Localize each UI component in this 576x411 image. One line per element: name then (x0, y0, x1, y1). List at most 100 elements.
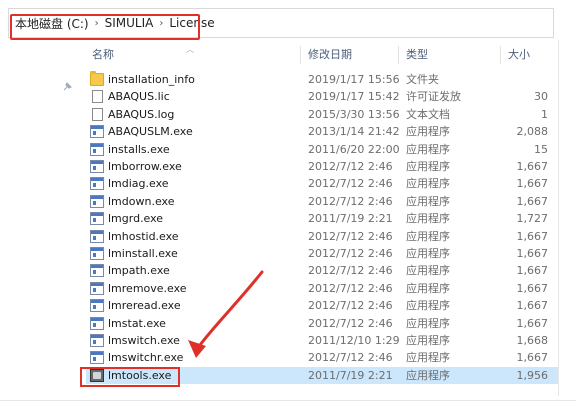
file-row[interactable]: lminstall.exe 2012/7/12 2:46 应用程序 1,667 (86, 245, 558, 262)
exe-icon (90, 351, 104, 365)
file-size: 1,667 (516, 351, 549, 365)
file-type: 应用程序 (406, 264, 450, 278)
file-size: 1,667 (516, 194, 549, 208)
file-size: 1,727 (516, 212, 549, 226)
file-name: lmswitchr.exe (108, 351, 184, 365)
file-type: 应用程序 (406, 160, 450, 173)
column-header-date[interactable]: 修改日期 (308, 44, 352, 66)
file-modified-date: 2019/1/17 15:56 (308, 73, 400, 86)
file-modified-date: 2012/7/12 2:46 (308, 177, 393, 191)
exe-icon (90, 212, 104, 226)
file-row[interactable]: lmgrd.exe 2011/7/19 2:21 应用程序 1,727 (86, 210, 558, 227)
file-row[interactable]: lmdiag.exe 2012/7/12 2:46 应用程序 1,667 (86, 175, 558, 192)
exe-icon (90, 299, 104, 313)
file-size: 1,667 (516, 177, 549, 191)
exe-icon (90, 177, 104, 191)
file-row[interactable]: installs.exe 2011/6/20 22:00 应用程序 15 (86, 141, 558, 158)
file-row[interactable]: ABAQUS.log 2015/3/30 13:56 文本文档 1 (86, 106, 558, 123)
exe-icon (90, 125, 104, 139)
exe-icon (90, 247, 104, 260)
file-explorer-window: 本地磁盘 (C:) › SIMULIA › License 名称 修改日期 类型… (0, 0, 576, 411)
exe-icon (90, 316, 104, 330)
column-divider[interactable] (398, 46, 399, 64)
file-row[interactable]: lmtools.exe 2011/7/19 2:21 应用程序 1,956 (86, 366, 558, 385)
file-modified-date: 2011/6/20 22:00 (308, 142, 400, 156)
document-icon (92, 90, 103, 104)
file-name: lmpath.exe (108, 264, 170, 278)
column-divider[interactable] (300, 46, 301, 64)
file-type: 文本文档 (406, 107, 450, 121)
file-modified-date: 2012/7/12 2:46 (308, 247, 393, 260)
file-modified-date: 2012/7/12 2:46 (308, 229, 393, 243)
file-size: 1,956 (516, 368, 549, 382)
file-row[interactable]: ABAQUS.lic 2019/1/17 15:42 许可证发放 30 (86, 88, 558, 105)
file-name: lmborrow.exe (108, 160, 182, 173)
file-type: 应用程序 (406, 177, 450, 191)
file-modified-date: 2012/7/12 2:46 (308, 299, 393, 313)
file-size: 1,667 (516, 299, 549, 313)
file-type: 应用程序 (406, 299, 450, 313)
column-header-row: 名称 修改日期 类型 大小 (0, 44, 576, 66)
file-modified-date: 2012/7/12 2:46 (308, 264, 393, 278)
exe-icon (90, 194, 104, 208)
file-name: lmreread.exe (108, 299, 181, 313)
file-size: 1,667 (516, 247, 549, 260)
file-name: lmtools.exe (108, 368, 172, 382)
file-size: 1,667 (516, 316, 549, 330)
file-row[interactable]: lmreread.exe 2012/7/12 2:46 应用程序 1,667 (86, 297, 558, 314)
file-type: 许可证发放 (406, 90, 461, 104)
file-modified-date: 2019/1/17 15:42 (308, 90, 400, 104)
file-row[interactable]: lmswitch.exe 2011/12/10 1:29 应用程序 1,668 (86, 332, 558, 349)
file-size: 1,667 (516, 264, 549, 278)
breadcrumb-item-drive[interactable]: 本地磁盘 (C:) (15, 15, 89, 32)
file-row[interactable]: lmdown.exe 2012/7/12 2:46 应用程序 1,667 (86, 193, 558, 210)
file-size: 1,668 (516, 334, 549, 347)
exe-icon (90, 334, 104, 347)
file-modified-date: 2015/3/30 13:56 (308, 107, 400, 121)
file-name: installation_info (108, 73, 195, 86)
file-row[interactable]: lmstat.exe 2012/7/12 2:46 应用程序 1,667 (86, 315, 558, 332)
file-type: 应用程序 (406, 351, 450, 365)
file-row[interactable]: lmswitchr.exe 2012/7/12 2:46 应用程序 1,667 (86, 349, 558, 366)
file-size: 1 (541, 107, 548, 121)
file-size: 2,088 (516, 125, 549, 139)
column-header-size[interactable]: 大小 (508, 44, 530, 66)
file-type: 应用程序 (406, 368, 450, 382)
pane-border (0, 400, 576, 401)
chevron-right-icon: › (159, 17, 164, 29)
file-row[interactable]: lmpath.exe 2012/7/12 2:46 应用程序 1,667 (86, 262, 558, 279)
file-name: lminstall.exe (108, 247, 178, 260)
column-header-type[interactable]: 类型 (406, 44, 428, 66)
file-size: 30 (534, 90, 548, 104)
file-type: 应用程序 (406, 316, 450, 330)
exe-icon (90, 142, 104, 156)
file-modified-date: 2011/12/10 1:29 (308, 334, 400, 347)
file-row[interactable]: lmborrow.exe 2012/7/12 2:46 应用程序 1,667 (86, 158, 558, 175)
file-size: 1,667 (516, 160, 549, 173)
exe-icon (90, 160, 104, 173)
address-bar[interactable]: 本地磁盘 (C:) › SIMULIA › License (8, 8, 554, 38)
document-icon (92, 107, 103, 121)
file-name: ABAQUSLM.exe (108, 125, 193, 139)
exe-icon (90, 281, 104, 295)
breadcrumb-item-license[interactable]: License (169, 16, 214, 30)
file-row[interactable]: installation_info 2019/1/17 15:56 文件夹 (86, 71, 558, 88)
file-name: lmstat.exe (108, 316, 166, 330)
file-name: lmremove.exe (108, 281, 187, 295)
file-modified-date: 2011/7/19 2:21 (308, 212, 393, 226)
file-row[interactable]: lmhostid.exe 2012/7/12 2:46 应用程序 1,667 (86, 228, 558, 245)
breadcrumb-item-simulia[interactable]: SIMULIA (105, 16, 154, 30)
column-divider[interactable] (500, 46, 501, 64)
file-modified-date: 2011/7/19 2:21 (308, 368, 393, 382)
file-modified-date: 2012/7/12 2:46 (308, 316, 393, 330)
chevron-right-icon: › (94, 17, 99, 29)
column-header-name[interactable]: 名称 (92, 44, 114, 66)
file-modified-date: 2012/7/12 2:46 (308, 194, 393, 208)
file-row[interactable]: ABAQUSLM.exe 2013/1/14 21:42 应用程序 2,088 (86, 123, 558, 140)
file-name: lmdown.exe (108, 194, 175, 208)
file-modified-date: 2012/7/12 2:46 (308, 351, 393, 365)
file-name: lmswitch.exe (108, 334, 180, 347)
pane-border (558, 40, 559, 396)
pin-icon[interactable] (62, 82, 72, 92)
file-row[interactable]: lmremove.exe 2012/7/12 2:46 应用程序 1,667 (86, 280, 558, 297)
